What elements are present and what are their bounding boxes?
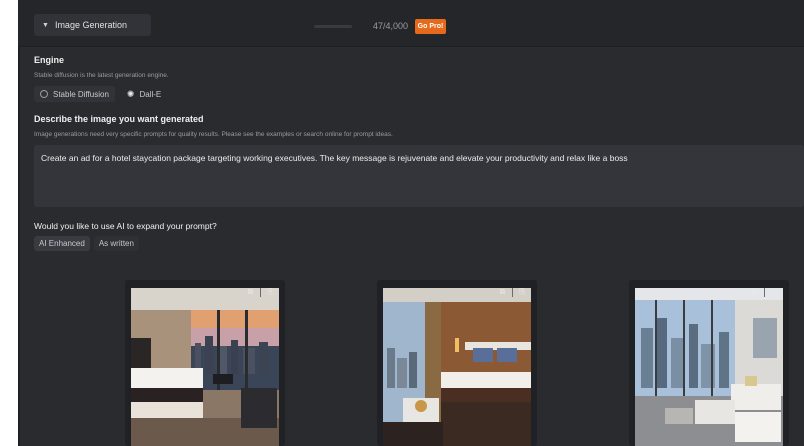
generated-image[interactable]: [131, 288, 279, 446]
section-title: Image Generation: [54, 20, 127, 30]
image-tools: ⧉ ⎘: [748, 286, 781, 298]
tool-divider: [512, 287, 513, 297]
engine-description: Stable diffusion is the latest generatio…: [34, 72, 169, 79]
tool-divider: [764, 287, 765, 297]
engine-options: Stable Diffusion ✺ Dall-E: [34, 86, 167, 102]
generated-image[interactable]: [383, 288, 531, 446]
left-edge: [18, 46, 20, 446]
radio-icon: [40, 90, 48, 98]
caret-down-icon: ▼: [42, 21, 49, 29]
option-ai-enhanced[interactable]: AI Enhanced: [34, 236, 90, 251]
copy-icon[interactable]: ⧉: [244, 286, 257, 298]
tool-divider: [260, 287, 261, 297]
engine-option-label: Stable Diffusion: [53, 89, 109, 99]
prompt-title: Describe the image you want generated: [34, 114, 204, 124]
image-tools: ⧉ ⎘: [244, 286, 277, 298]
app-frame: ▼ Image Generation 47/4,000 Go Pro! Engi…: [18, 0, 804, 446]
generated-image-card[interactable]: ⧉ ⎘: [377, 280, 537, 446]
generated-image-card[interactable]: ⧉ ⎘: [125, 280, 285, 446]
copy-icon[interactable]: ⧉: [748, 286, 761, 298]
credits-usage: 47/4,000: [372, 21, 408, 31]
download-icon[interactable]: ⎘: [768, 286, 781, 298]
image-generation-toggle[interactable]: ▼ Image Generation: [34, 14, 151, 36]
openai-icon: ✺: [126, 88, 135, 99]
expand-question: Would you like to use AI to expand your …: [34, 221, 217, 231]
generated-image-card[interactable]: ⧉ ⎘: [629, 280, 789, 446]
hotel-room-image-1: [131, 288, 279, 446]
download-icon[interactable]: ⎘: [516, 286, 529, 298]
copy-icon[interactable]: ⧉: [496, 286, 509, 298]
image-tools: ⧉ ⎘: [496, 286, 529, 298]
generated-image[interactable]: [635, 288, 783, 446]
hotel-room-image-2: [383, 288, 531, 446]
top-bar: ▼ Image Generation 47/4,000 Go Pro!: [18, 0, 804, 47]
prompt-textarea[interactable]: Create an ad for a hotel staycation pack…: [34, 145, 804, 207]
go-pro-button[interactable]: Go Pro!: [415, 19, 446, 34]
download-icon[interactable]: ⎘: [264, 286, 277, 298]
credits-track: [314, 25, 352, 28]
hotel-room-image-3: [635, 288, 783, 446]
engine-option-stable-diffusion[interactable]: Stable Diffusion: [34, 86, 115, 102]
engine-option-label: Dall-E: [139, 89, 162, 99]
engine-title: Engine: [34, 55, 65, 65]
option-as-written[interactable]: As written: [93, 236, 139, 251]
prompt-description: Image generations need very specific pro…: [34, 131, 393, 138]
credits-meter: 47/4,000: [308, 16, 408, 36]
expand-options: AI Enhanced As written: [34, 236, 139, 251]
engine-option-dall-e[interactable]: ✺ Dall-E: [121, 86, 167, 102]
